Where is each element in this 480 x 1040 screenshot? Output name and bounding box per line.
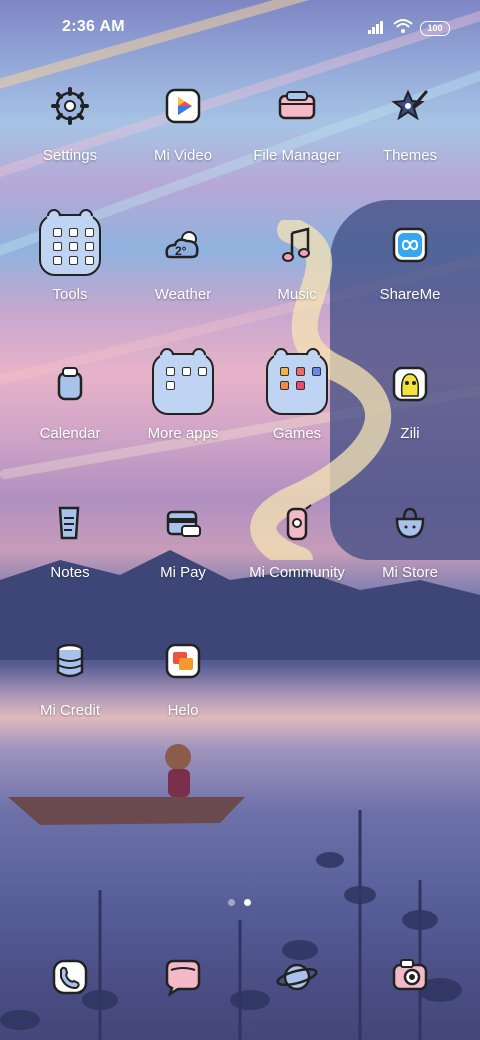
app-label: Themes (382, 147, 438, 164)
app-label: Tools (52, 286, 88, 303)
infinity-icon (379, 214, 441, 276)
folder-icon (266, 75, 328, 137)
app-calendar[interactable]: Calendar (12, 353, 128, 442)
app-label: Mi Credit (39, 702, 100, 719)
app-label: Mi Community (249, 564, 345, 581)
page-indicator (228, 899, 258, 909)
app-label: Calendar (39, 425, 101, 442)
dock-browser[interactable] (266, 946, 328, 1008)
app-zili[interactable]: Zili (352, 353, 468, 442)
app-label: Games (272, 425, 322, 442)
star-brush-icon (379, 75, 441, 137)
planet-icon (276, 963, 318, 991)
app-tools-folder[interactable]: Tools (12, 214, 128, 303)
app-label: Settings (42, 147, 98, 164)
battery-icon: 100 (420, 21, 450, 36)
community-icon (266, 492, 328, 554)
app-mi-credit[interactable]: Mi Credit (12, 630, 128, 719)
app-mi-pay[interactable]: Mi Pay (125, 492, 241, 581)
page-dot (228, 899, 235, 906)
helo-icon (152, 630, 214, 692)
app-more-apps-folder[interactable]: More apps (125, 353, 241, 442)
page-dot-active (244, 899, 251, 906)
app-label: Notes (50, 564, 90, 581)
signal-icon (368, 21, 383, 34)
app-shareme[interactable]: ShareMe (352, 214, 468, 303)
boat-scene (8, 744, 245, 825)
clock: 2:36 AM (62, 18, 125, 35)
gear-icon (39, 75, 101, 137)
zili-icon (379, 353, 441, 415)
app-mi-video[interactable]: Mi Video (125, 75, 241, 164)
chat-bubble-icon (165, 959, 201, 997)
app-weather[interactable]: 2° Weather (125, 214, 241, 303)
app-label: ShareMe (379, 286, 441, 303)
app-file-manager[interactable]: File Manager (239, 75, 355, 164)
app-music[interactable]: Music (239, 214, 355, 303)
app-notes[interactable]: Notes (12, 492, 128, 581)
wallet-icon (152, 492, 214, 554)
coins-icon (39, 630, 101, 692)
dock-messages[interactable] (152, 946, 214, 1008)
app-label: Mi Pay (160, 564, 206, 581)
app-mi-store[interactable]: Mi Store (352, 492, 468, 581)
dock-phone[interactable] (39, 946, 101, 1008)
folder-group-icon (266, 353, 328, 415)
app-settings[interactable]: Settings (12, 75, 128, 164)
app-games-folder[interactable]: Games (239, 353, 355, 442)
shopping-bag-icon (379, 492, 441, 554)
app-helo[interactable]: Helo (125, 630, 241, 719)
svg-text:2°: 2° (175, 244, 187, 258)
app-label: Weather (154, 286, 212, 303)
app-label: Zili (400, 425, 420, 442)
app-label: More apps (147, 425, 219, 442)
battery-level: 100 (427, 23, 443, 33)
wifi-icon (393, 19, 413, 33)
app-label: Helo (167, 702, 199, 719)
app-label: Mi Video (153, 147, 213, 164)
app-mi-community[interactable]: Mi Community (239, 492, 355, 581)
app-label: Mi Store (382, 564, 438, 581)
music-note-icon (266, 214, 328, 276)
calendar-icon (39, 353, 101, 415)
app-label: File Manager (253, 147, 341, 164)
notes-icon (39, 492, 101, 554)
dock-camera[interactable] (379, 946, 441, 1008)
folder-group-icon (39, 214, 101, 276)
status-bar: 2:36 AM 100 (0, 0, 480, 56)
app-label: Music (277, 286, 317, 303)
weather-icon: 2° (152, 214, 214, 276)
folder-group-icon (152, 353, 214, 415)
play-icon (152, 75, 214, 137)
phone-icon (52, 959, 88, 995)
app-themes[interactable]: Themes (352, 75, 468, 164)
camera-icon (392, 959, 428, 991)
